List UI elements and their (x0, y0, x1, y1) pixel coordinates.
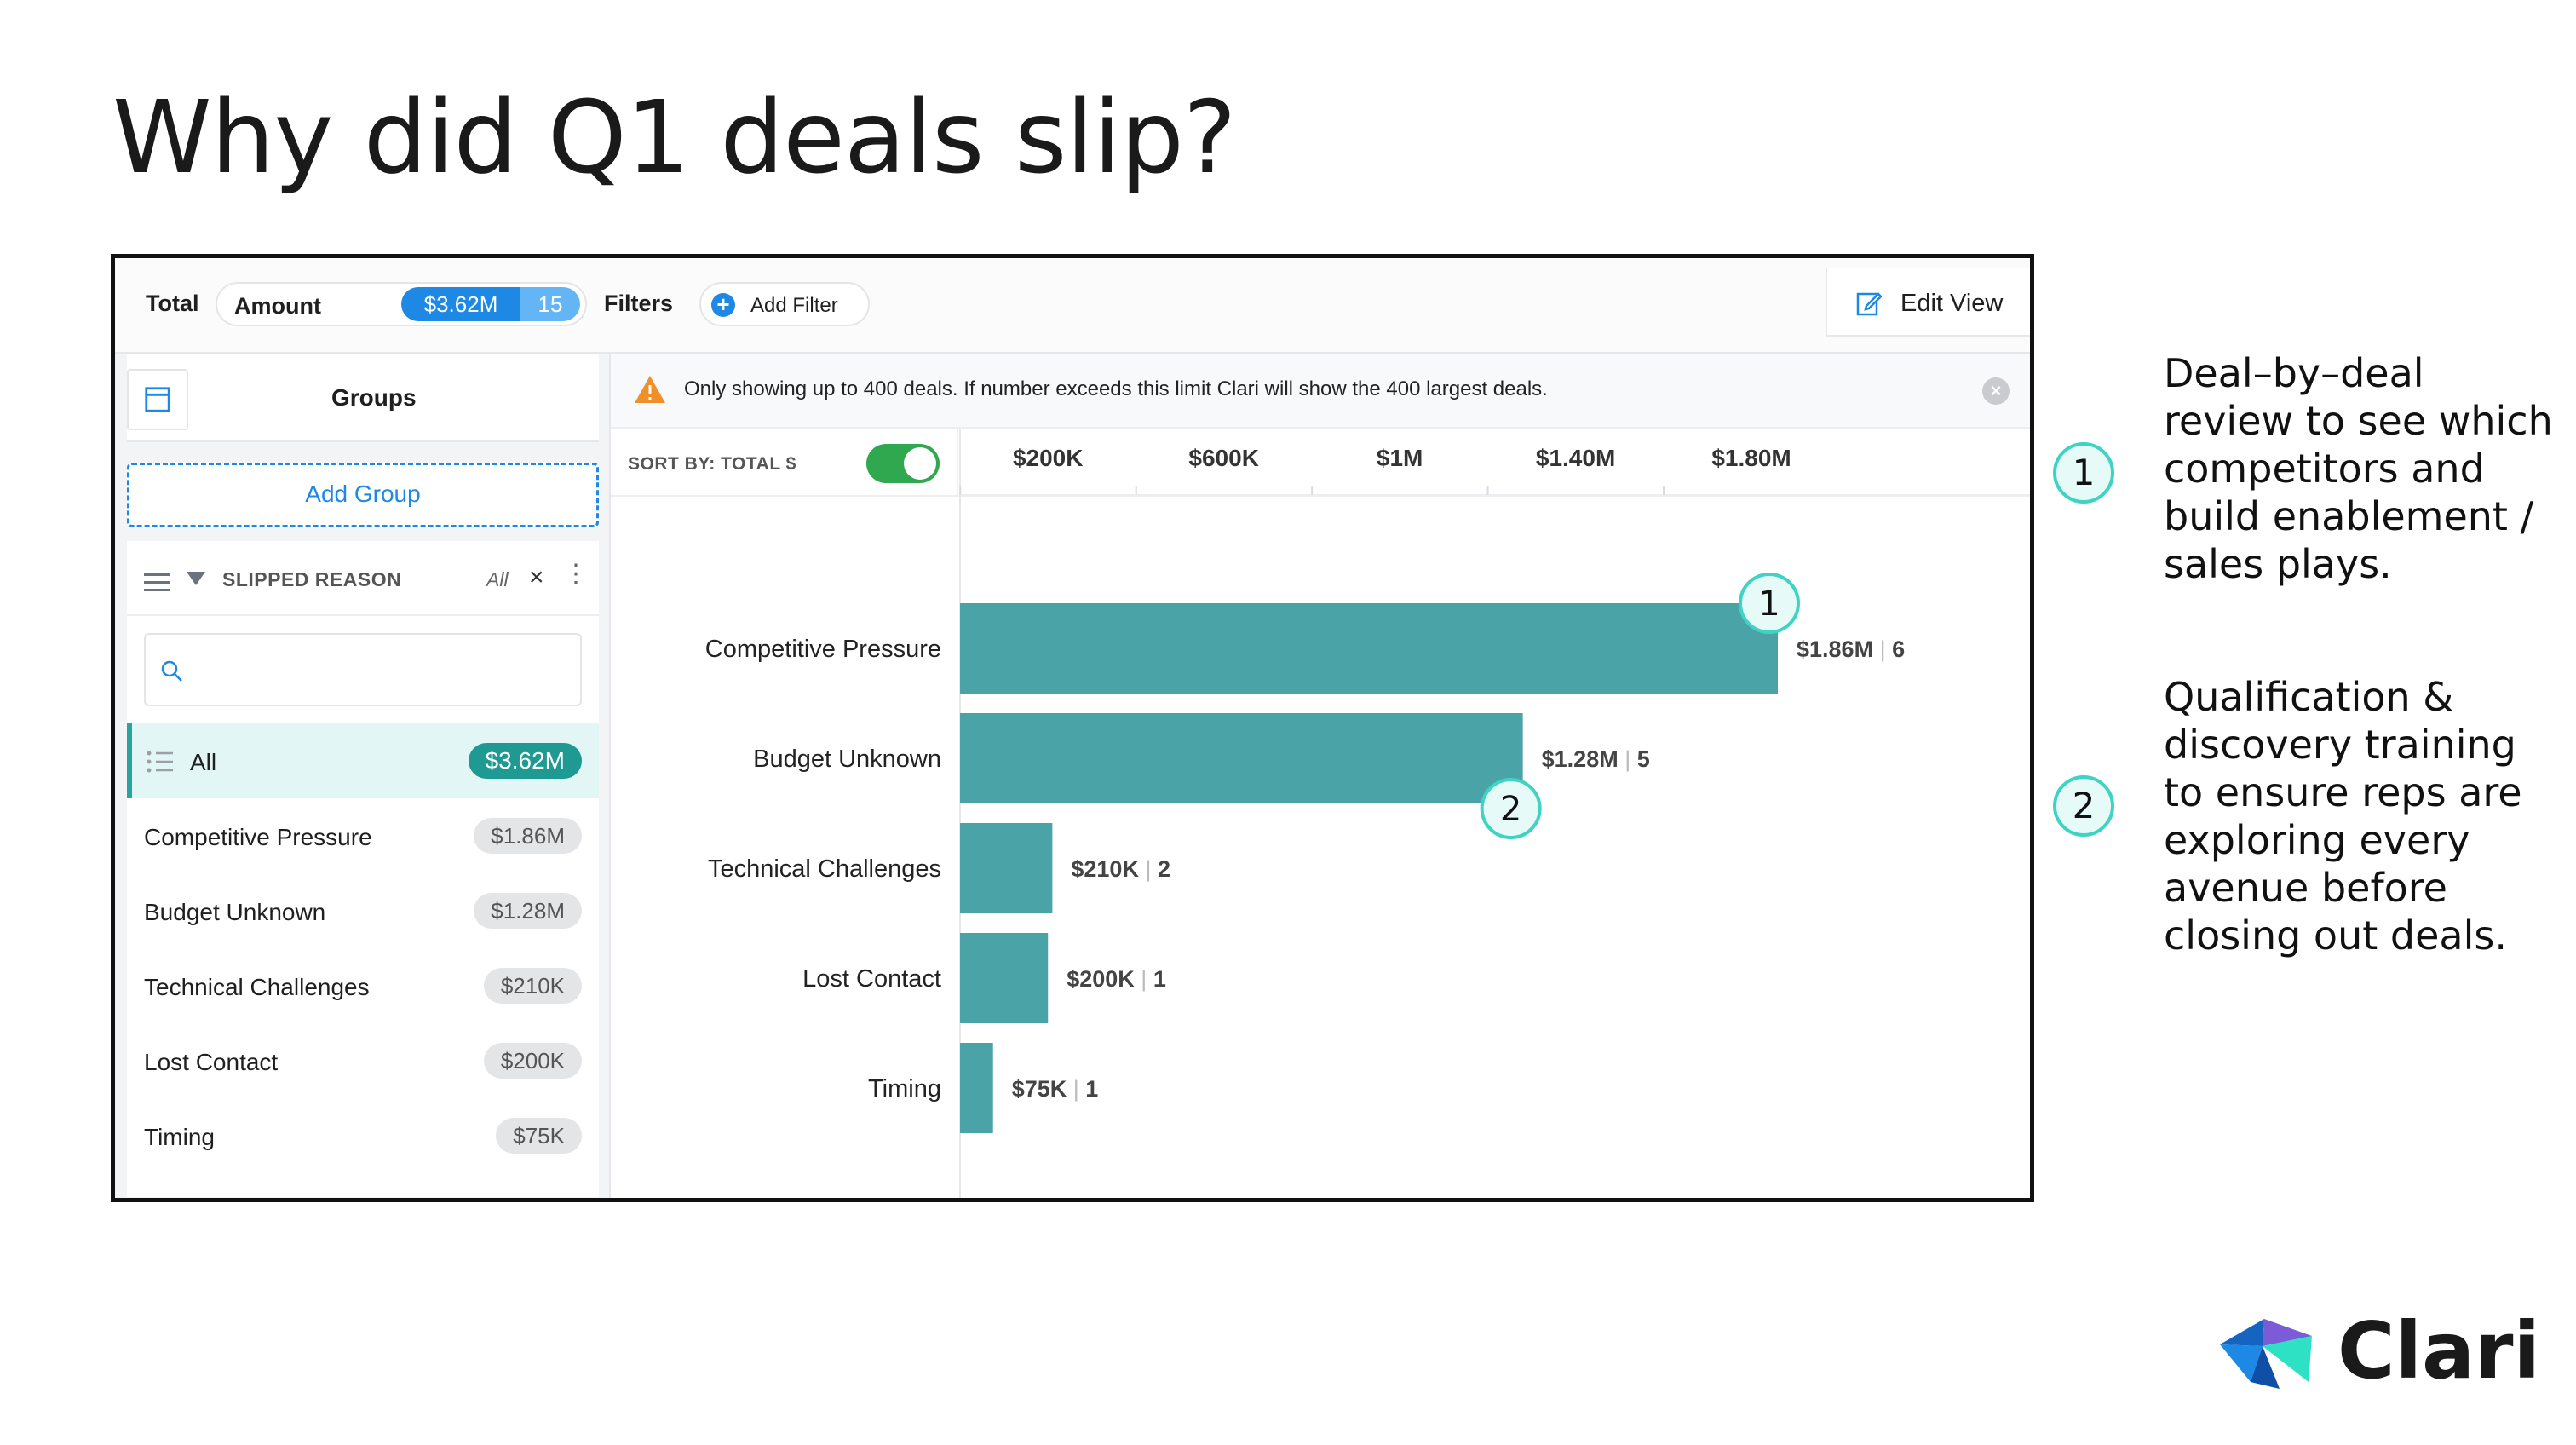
groups-panel: Groups Add Group SLIPPED REASON All × ⋮ (115, 354, 611, 1198)
group-item-all[interactable]: All $3.62M (127, 723, 599, 798)
group-item-value: $200K (483, 1043, 582, 1079)
group-item-label: Budget Unknown (144, 899, 326, 925)
data-label: $200K | 1 (1067, 966, 1166, 992)
group-item-value: $210K (483, 968, 582, 1004)
chart-callout-number: 2 (1500, 790, 1521, 829)
chart-callout-number: 1 (1758, 584, 1780, 624)
annotation-text-1: Deal–by–deal review to see which competi… (2164, 350, 2553, 587)
bar (960, 603, 1778, 694)
category-label: Lost Contact (802, 965, 941, 993)
data-label: $210K | 2 (1071, 856, 1170, 882)
bar (960, 1043, 993, 1133)
group-item-label: Technical Challenges (144, 974, 370, 1000)
bar (960, 933, 1049, 1023)
x-tick-label: $1.80M (1711, 445, 1791, 471)
plus-icon: + (711, 293, 735, 317)
bar (960, 823, 1053, 913)
total-label: Total (146, 291, 199, 316)
group-search-input[interactable] (144, 633, 582, 706)
edit-view-label: Edit View (1900, 290, 2004, 317)
group-item-timing[interactable]: Timing $75K (127, 1098, 599, 1173)
toolbar: Total Amount $3.62M 15 Filters + Add Fil… (115, 258, 2030, 354)
groups-title: Groups (331, 384, 417, 411)
search-icon (161, 660, 182, 682)
chart-panel: Only showing up to 400 deals. If number … (611, 354, 2030, 1198)
more-options-icon[interactable]: ⋮ (563, 561, 589, 587)
clari-logo-text: Clari (2337, 1305, 2541, 1396)
bar (960, 713, 1523, 803)
clari-logo: Clari (2213, 1304, 2554, 1397)
x-tick-label: $1.40M (1536, 445, 1615, 471)
dismiss-notice-icon[interactable]: × (1982, 377, 2010, 405)
amount-total-badge: $3.62M (401, 287, 520, 321)
x-tick-label: $600K (1188, 445, 1259, 471)
group-item-label: Lost Contact (144, 1049, 279, 1075)
slipped-reason-filter: SLIPPED REASON All × ⋮ All $3.62M Compet… (127, 541, 599, 1197)
group-item-technical-challenges[interactable]: Technical Challenges $210K (127, 948, 599, 1023)
group-item-competitive-pressure[interactable]: Competitive Pressure $1.86M (127, 798, 599, 873)
group-item-value: $3.62M (468, 743, 582, 779)
amount-label: Amount (234, 293, 321, 319)
x-tick-label: $1M (1377, 445, 1423, 471)
clari-logo-mark (2220, 1319, 2312, 1389)
edit-icon (1856, 292, 1882, 316)
filter-scope[interactable]: All (486, 568, 509, 591)
add-filter-label: Add Filter (750, 294, 838, 317)
add-filter-button[interactable]: + Add Filter (699, 282, 870, 326)
category-label: Competitive Pressure (705, 636, 941, 663)
filters-label: Filters (604, 291, 674, 316)
group-item-value: $1.28M (474, 893, 582, 929)
group-item-value: $75K (496, 1118, 582, 1154)
filter-label: SLIPPED REASON (222, 568, 402, 590)
category-label: Budget Unknown (753, 746, 941, 773)
amount-selector[interactable]: Amount $3.62M 15 (216, 282, 587, 326)
annotation-marker-1: 1 (2053, 442, 2114, 504)
list-icon (147, 751, 173, 773)
deal-count-badge: 15 (520, 287, 580, 321)
drag-handle-icon[interactable] (144, 573, 170, 596)
group-item-budget-unknown[interactable]: Budget Unknown $1.28M (127, 873, 599, 948)
panel-layout-icon[interactable] (127, 369, 188, 430)
annotation-text-2: Qualification & discovery training to en… (2164, 674, 2522, 959)
edit-view-button[interactable]: Edit View (1826, 268, 2030, 337)
data-label: $1.28M | 5 (1542, 746, 1650, 772)
group-item-lost-contact[interactable]: Lost Contact $200K (127, 1023, 599, 1098)
group-item-label: Timing (144, 1124, 215, 1150)
slide-title: Why did Q1 deals slip? (112, 78, 1237, 196)
data-label: $1.86M | 6 (1797, 636, 1905, 662)
warning-icon (635, 376, 665, 403)
annotation-marker-2: 2 (2053, 775, 2114, 837)
collapse-caret-icon[interactable] (187, 572, 205, 585)
remove-filter-icon[interactable]: × (529, 563, 544, 592)
app-screenshot-frame: Total Amount $3.62M 15 Filters + Add Fil… (111, 254, 2034, 1202)
category-label: Technical Challenges (708, 855, 941, 883)
data-label: $75K | 1 (1012, 1076, 1099, 1102)
slipped-reason-bar-chart: $200K $600K $1M $1.40M $1.80M Competitive Pre… (705, 429, 2030, 1198)
deal-limit-notice: Only showing up to 400 deals. If number … (611, 354, 2030, 429)
group-item-value: $1.86M (474, 818, 582, 854)
notice-text: Only showing up to 400 deals. If number … (684, 377, 1548, 400)
group-item-label: Competitive Pressure (144, 824, 372, 850)
add-group-button[interactable]: Add Group (127, 463, 599, 527)
groups-header: Groups (127, 354, 599, 442)
category-label: Timing (868, 1075, 941, 1102)
group-item-label: All (190, 749, 217, 775)
filter-header: SLIPPED REASON All × ⋮ (127, 541, 599, 616)
x-tick-label: $200K (1013, 445, 1084, 471)
